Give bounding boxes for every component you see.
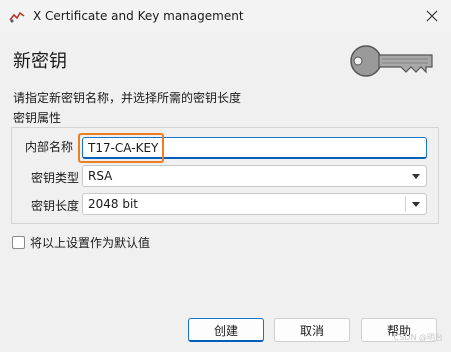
chevron-down-icon — [412, 174, 420, 179]
key-length-value: 2048 bit — [88, 197, 139, 211]
title-bar: X Certificate and Key management — [0, 0, 451, 32]
watermark: CSDN @明台 — [393, 333, 443, 342]
close-icon — [426, 10, 438, 22]
default-settings-label[interactable]: 将以上设置作为默认值 — [30, 235, 150, 251]
key-properties-title: 密钥属性 — [13, 111, 62, 125]
key-type-select[interactable]: RSA — [82, 165, 427, 187]
dialog-window: X Certificate and Key management 新密钥 请指定… — [0, 0, 451, 352]
key-type-value: RSA — [88, 169, 113, 183]
cancel-button[interactable]: 取消 — [274, 318, 350, 342]
xca-app-icon — [9, 9, 25, 23]
window-title: X Certificate and Key management — [33, 9, 244, 23]
name-label: 内部名称 — [25, 140, 74, 154]
key-icon — [350, 45, 433, 77]
create-button[interactable]: 创建 — [188, 318, 264, 342]
default-settings-checkbox[interactable] — [12, 236, 25, 249]
page-title: 新密钥 — [13, 51, 67, 72]
page-description: 请指定新密钥名称，并选择所需的密钥长度 — [13, 91, 242, 105]
key-length-select[interactable]: 2048 bit — [82, 193, 427, 215]
key-name-input[interactable] — [82, 137, 427, 159]
chevron-down-icon — [412, 202, 420, 207]
close-button[interactable] — [417, 2, 447, 30]
length-label: 密钥长度 — [31, 199, 80, 213]
combo-separator — [405, 196, 406, 212]
type-label: 密钥类型 — [31, 171, 80, 185]
